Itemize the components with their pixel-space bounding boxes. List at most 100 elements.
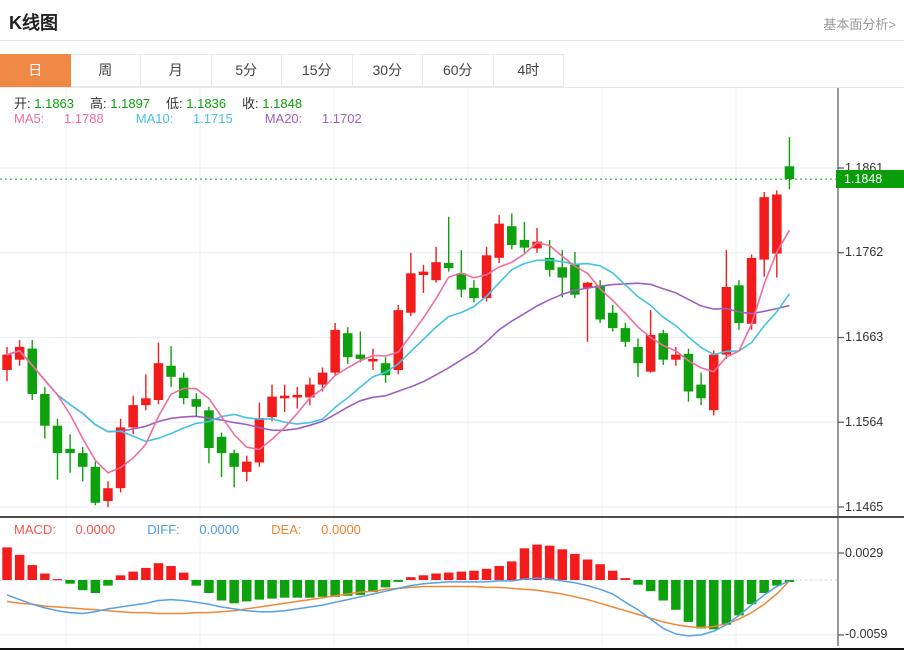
candle-body (154, 363, 164, 400)
tab-period-1[interactable]: 日 (0, 54, 71, 87)
tab-period-7[interactable]: 60分 (423, 54, 494, 87)
macd-hist-bar (242, 580, 252, 601)
candle-body (318, 373, 328, 385)
candle-body (431, 262, 441, 280)
macd-hist-bar (116, 575, 126, 580)
macd-hist-bar (229, 580, 239, 603)
candle-body (368, 359, 378, 362)
macd-hist-bar (293, 580, 303, 598)
macd-hist-bar (722, 580, 732, 625)
candle-body (494, 224, 504, 258)
fundamental-analysis-link[interactable]: 基本面分析> (823, 14, 896, 33)
tab-period-8[interactable]: 4时 (494, 54, 565, 87)
ma20-value: MA20: 1.1702 (265, 111, 378, 126)
ohlc-open: 开: 1.1863 (14, 96, 74, 111)
macd-hist-bar (53, 579, 63, 580)
candle-body (684, 354, 694, 392)
ohlc-high: 高: 1.1897 (90, 96, 150, 111)
candle-body (520, 240, 530, 248)
macd-hist-bar (595, 564, 605, 580)
candle-body (457, 273, 467, 289)
macd-hist-bar (747, 580, 757, 604)
candle-body (204, 410, 214, 448)
macd-readout: MACD: 0.0000DIFF: 0.0000DEA: 0.0000 (14, 522, 393, 537)
tab-period-5[interactable]: 15分 (282, 54, 353, 87)
candle-body (330, 330, 340, 373)
candle-body (734, 285, 744, 323)
candle-body (696, 385, 706, 399)
tab-period-2[interactable]: 周 (71, 54, 142, 87)
macd-hist-bar (267, 580, 277, 599)
page-header: K线图 基本面分析> (0, 0, 904, 41)
candle-body (141, 398, 151, 405)
macd-hist-bar (494, 566, 504, 580)
current-price-badge: 1.1848 (836, 170, 904, 188)
candle-body (419, 272, 429, 275)
macd-hist-bar (78, 580, 88, 590)
macd-hist-bar (671, 580, 681, 610)
candle-body (116, 427, 126, 488)
macd-hist-bar (255, 580, 265, 600)
macd-tick-label: 0.0029 (845, 546, 883, 560)
tab-period-3[interactable]: 月 (141, 54, 212, 87)
macd-hist-bar (570, 554, 580, 580)
candle-body (255, 418, 265, 463)
candle-body (192, 399, 202, 407)
macd-hist-bar (532, 545, 542, 580)
macd-hist-bar (381, 580, 391, 587)
candle-body (444, 263, 454, 268)
candle-body (242, 462, 252, 472)
candle-body (621, 328, 631, 342)
tab-period-4[interactable]: 5分 (212, 54, 283, 87)
macd-hist-bar (2, 547, 12, 580)
candle-body (406, 273, 416, 312)
macd-hist-bar (103, 580, 113, 586)
candle-body (91, 467, 101, 503)
macd-hist-bar (696, 580, 706, 628)
candle-body (2, 355, 12, 370)
macd-hist-bar (128, 572, 138, 580)
candle-body (608, 313, 618, 328)
ma5-value: MA5: 1.1788 (14, 111, 120, 126)
candle-body (293, 395, 303, 398)
diff-value: DIFF: 0.0000 (147, 522, 255, 537)
macd-hist-bar (406, 577, 416, 580)
macd-hist-bar (330, 580, 340, 597)
macd-hist-bar (709, 580, 719, 629)
macd-hist-bar (583, 560, 593, 581)
macd-hist-bar (318, 580, 328, 597)
macd-hist-bar (280, 580, 290, 598)
macd-hist-bar (154, 563, 164, 580)
macd-hist-bar (520, 548, 530, 580)
candle-body (128, 405, 138, 427)
macd-hist-bar (166, 566, 176, 580)
tab-period-6[interactable]: 30分 (353, 54, 424, 87)
macd-hist-bar (734, 580, 744, 615)
price-tick-label: 1.1663 (845, 330, 883, 344)
macd-hist-bar (659, 580, 669, 601)
macd-hist-bar (179, 573, 189, 580)
macd-hist-bar (419, 575, 429, 580)
kline-chart-canvas[interactable] (0, 88, 904, 648)
candle-body (595, 285, 605, 319)
macd-hist-bar (204, 580, 214, 593)
candle-body (671, 355, 681, 360)
macd-hist-bar (633, 580, 643, 585)
macd-hist-bar (217, 580, 227, 601)
macd-tick-label: -0.0059 (845, 627, 887, 641)
macd-hist-bar (444, 573, 454, 580)
candle-body (65, 449, 75, 453)
macd-hist-bar (482, 569, 492, 580)
price-tick-label: 1.1762 (845, 245, 883, 259)
macd-value: MACD: 0.0000 (14, 522, 131, 537)
candle-body (229, 453, 239, 467)
candle-body (103, 488, 113, 501)
macd-hist-bar (457, 572, 467, 580)
candle-body (722, 287, 732, 355)
macd-hist-bar (759, 580, 769, 593)
macd-hist-bar (684, 580, 694, 622)
macd-hist-bar (141, 568, 151, 580)
price-tick-label: 1.1465 (845, 500, 883, 514)
ohlc-readout: 开: 1.1863高: 1.1897低: 1.1836收: 1.1848 (14, 93, 318, 112)
candle-body (267, 397, 277, 418)
